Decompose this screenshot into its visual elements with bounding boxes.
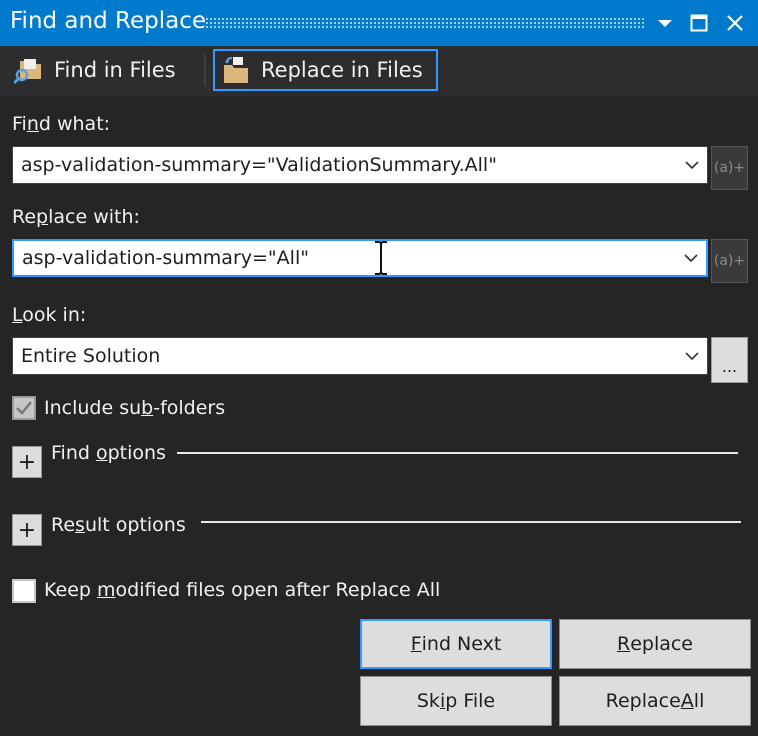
tab-separator [204,54,206,86]
text-cursor-icon [375,241,387,275]
mode-tab-bar: Find in Files Replace in Files [0,46,758,96]
keep-files-open-label: Keep modified files open after Replace A… [44,579,441,601]
result-options-expander[interactable]: + [12,514,42,546]
window-menu-button[interactable] [651,9,679,37]
replace-with-label: Replace with: [12,206,140,228]
find-replace-window: Find and Replace Find in Files Replace i… [0,0,758,736]
title-bar[interactable]: Find and Replace [0,0,758,46]
chevron-down-icon [685,160,699,169]
find-options-expander[interactable]: + [12,446,42,478]
tab-find-in-files[interactable]: Find in Files [8,49,182,91]
look-in-combobox[interactable]: Entire Solution [12,337,708,375]
drag-grip[interactable] [205,17,645,29]
replace-all-button[interactable]: Replace All [559,676,751,726]
include-subfolders-checkbox[interactable] [12,396,36,420]
skip-file-button[interactable]: Sk i p File [360,676,552,726]
tab-replace-in-files[interactable]: Replace in Files [213,49,438,91]
find-what-dropdown-button[interactable] [677,147,707,183]
find-what-label: Find what: [12,113,111,135]
look-in-value: Entire Solution [21,345,161,367]
replace-in-files-icon [221,55,253,85]
replace-with-input[interactable]: asp-validation-summary="All" [14,247,676,269]
result-options-divider [201,521,741,523]
close-icon [727,15,743,31]
replace-with-dropdown-button[interactable] [676,240,706,276]
find-what-input[interactable]: asp-validation-summary="ValidationSummar… [13,154,677,176]
maximize-icon [690,14,708,32]
maximize-button[interactable] [685,9,713,37]
window-title: Find and Replace [10,8,206,34]
keep-files-open-checkbox[interactable] [12,579,36,603]
find-what-combobox[interactable]: asp-validation-summary="ValidationSummar… [12,146,708,184]
close-button[interactable] [721,9,749,37]
find-in-files-icon [14,55,46,85]
checkmark-icon [16,401,32,415]
include-subfolders-label: Include sub-folders [44,397,226,419]
replace-with-combobox[interactable]: asp-validation-summary="All" [12,239,708,277]
chevron-down-icon [684,253,698,262]
find-options-divider [177,452,738,454]
dropdown-arrow-icon [658,20,672,27]
result-options-label: Result options [51,514,186,536]
tab-replace-in-files-label: Replace in Files [261,58,423,82]
find-regex-builder-button[interactable]: (a)+ [711,146,748,190]
look-in-label: Look in: [12,304,87,326]
look-in-dropdown-button[interactable] [677,338,707,374]
find-next-button[interactable]: Find Next [360,619,552,669]
replace-button[interactable]: Replace [559,619,751,669]
browse-folders-button[interactable]: ... [711,337,748,383]
chevron-down-icon [685,351,699,360]
find-options-label: Find options [51,442,166,464]
tab-find-in-files-label: Find in Files [54,58,176,82]
replace-regex-builder-button[interactable]: (a)+ [711,239,748,283]
